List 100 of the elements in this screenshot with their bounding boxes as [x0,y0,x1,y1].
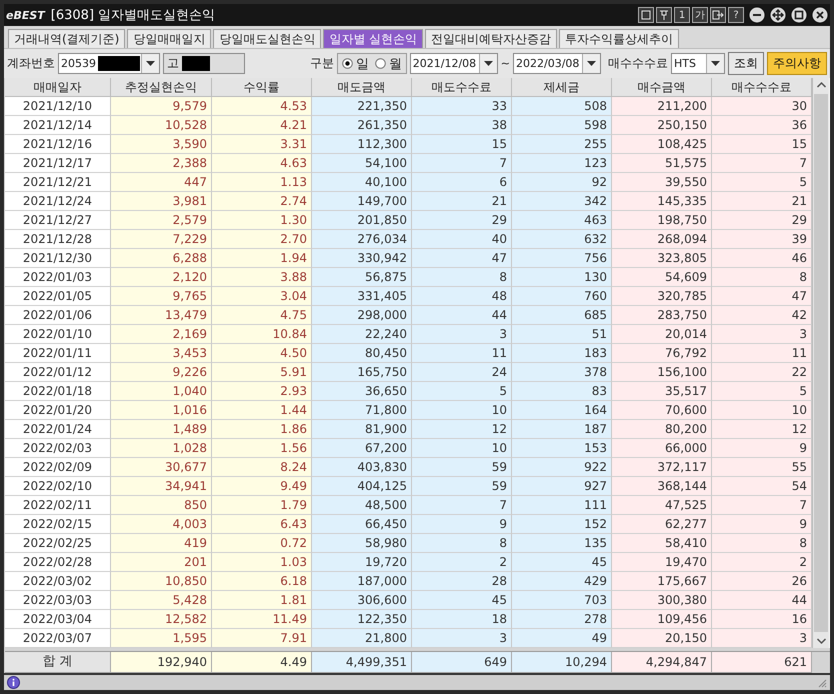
table-cell: 29 [712,211,812,230]
pin-button[interactable] [656,7,672,23]
table-cell: 2021/12/16 [5,135,111,154]
table-cell: 12,582 [111,610,212,629]
total-cell: 4.49 [212,652,312,673]
table-cell: 2.74 [212,192,312,211]
table-cell: 7,229 [111,230,212,249]
table-cell: 922 [512,458,612,477]
tab[interactable]: 전일대비예탁자산증감 [425,29,558,48]
dropdown-icon[interactable] [711,61,720,66]
table-cell: 8 [412,534,512,553]
title-bar-button[interactable]: 1 [674,7,690,23]
radio-option[interactable]: 월 [374,54,402,72]
table-cell: 2022/01/12 [5,363,111,382]
table-cell: 12 [412,420,512,439]
table-cell: 4.53 [212,97,312,116]
tab[interactable]: 투자수익률상세추이 [559,29,680,48]
table-cell: 2022/02/25 [5,534,111,553]
table-cell: 67,200 [312,439,412,458]
column-header[interactable]: 매도수수료 [412,78,512,97]
tab[interactable]: 일자별 실현손익 [323,29,424,48]
table-cell: 2022/03/04 [5,610,111,629]
table-cell: 7 [412,496,512,515]
notice-button[interactable]: 주의사항 [767,52,827,75]
table-cell: 8 [712,268,812,287]
tab[interactable]: 당일매도실현손익 [213,29,322,48]
window-button[interactable] [638,7,654,23]
dropdown-icon[interactable] [146,61,155,66]
table-cell: 54 [712,477,812,496]
table-cell: 463 [512,211,612,230]
table-cell: 2022/01/03 [5,268,111,287]
search-button[interactable]: 조회 [728,52,764,75]
column-header[interactable]: 매매일자 [5,78,111,97]
date-field[interactable]: 2022/03/08 [513,53,601,74]
account-field[interactable]: 20539 [58,53,160,74]
table-cell: 149,700 [312,192,412,211]
column-header[interactable]: 매도금액 [312,78,412,97]
radio-option[interactable]: 일 [342,54,369,72]
table-cell: 2022/02/28 [5,553,111,572]
table-cell: 6,288 [111,249,212,268]
export-button[interactable] [710,7,726,23]
dropdown-icon[interactable] [484,61,493,66]
account-name-field: 고 [163,53,245,74]
table-cell: 3,453 [111,344,212,363]
close-icon[interactable] [812,7,828,23]
export-icon [712,10,724,20]
maximize-icon[interactable] [791,7,807,23]
table-cell: 2022/01/18 [5,382,111,401]
tab[interactable]: 거래내역(결제기준) [8,29,126,48]
table-cell: 29 [412,211,512,230]
radio-button[interactable] [374,58,386,69]
table-cell: 44 [412,306,512,325]
square-icon [641,10,651,20]
table-cell: 26 [712,572,812,591]
table-cell: 54,100 [312,154,412,173]
table-cell: 59 [412,477,512,496]
column-header[interactable]: 추정실현손익 [111,78,212,97]
table-cell: 10 [412,401,512,420]
table-cell: 1.03 [212,553,312,572]
table-cell: 2,388 [111,154,212,173]
dropdown-icon[interactable] [587,61,596,66]
table-cell: 15 [412,135,512,154]
title-bar-button[interactable]: 가 [692,7,708,23]
table-cell: 48 [412,287,512,306]
info-icon[interactable] [7,676,20,689]
fee-select[interactable]: HTS [671,53,725,74]
table-cell: 7 [712,496,812,515]
tab[interactable]: 당일매매일지 [127,29,212,48]
table-cell: 165,750 [312,363,412,382]
date-field[interactable]: 2021/12/08 [410,53,498,74]
table-cell: 109,456 [612,610,712,629]
table-cell: 283,750 [612,306,712,325]
column-header[interactable]: 제세금 [512,78,612,97]
move-icon[interactable] [770,7,786,23]
table-cell: 9 [712,439,812,458]
resize-grip-icon[interactable] [817,678,827,688]
table-cell: 2021/12/14 [5,116,111,135]
radio-button[interactable] [342,58,353,69]
table-cell: 2.70 [212,230,312,249]
table-cell: 211,200 [612,97,712,116]
total-cell: 4,499,351 [312,652,412,673]
table-cell: 927 [512,477,612,496]
minimize-icon[interactable] [749,7,765,23]
table-cell: 62,277 [612,515,712,534]
table-cell: 2,169 [111,325,212,344]
table-cell: 76,792 [612,344,712,363]
table-cell: 46 [712,249,812,268]
title-bar-button[interactable]: ? [728,7,744,23]
table-cell: 20,014 [612,325,712,344]
column-header[interactable]: 매수수수료 [712,78,812,97]
table-cell: 1.79 [212,496,312,515]
field-label: 구분 [310,55,334,72]
column-header[interactable]: 매수금액 [612,78,712,97]
table-cell: 9 [412,515,512,534]
table-cell: 2022/02/09 [5,458,111,477]
column-header[interactable]: 수익률 [212,78,312,97]
table-cell: 323,805 [612,249,712,268]
table-cell: 55 [712,458,812,477]
table-cell: 2021/12/21 [5,173,111,192]
table-cell: 47 [412,249,512,268]
